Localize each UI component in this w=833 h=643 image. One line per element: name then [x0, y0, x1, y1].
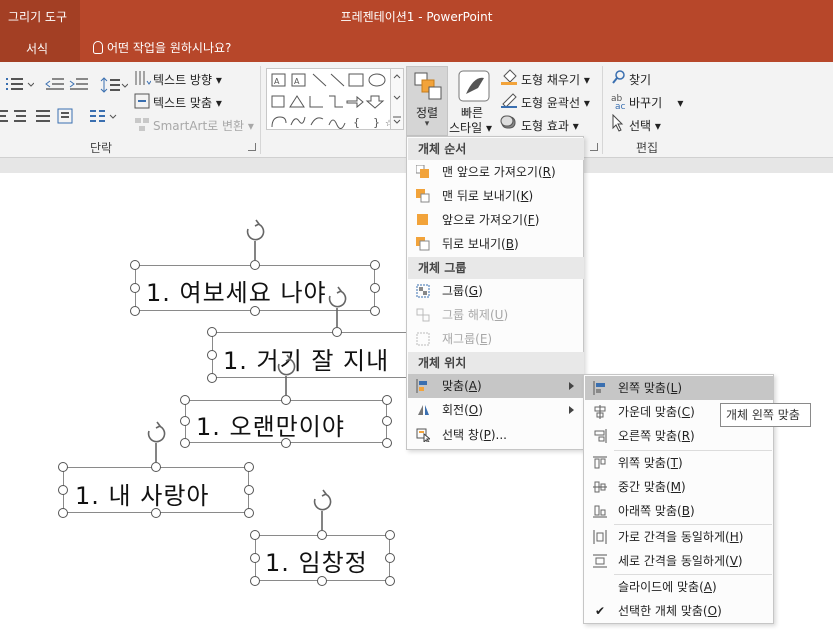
shapes-gallery[interactable]: A A { } ☆ — [266, 68, 394, 130]
send-backward-icon — [416, 237, 430, 251]
menu-item-send-to-back[interactable]: 맨 뒤로 보내기(K) — [408, 184, 584, 208]
submenu-item-distribute-horizontally[interactable]: 가로 간격을 동일하게(H) — [585, 525, 774, 549]
svg-text:ac: ac — [615, 102, 626, 110]
ribbon-separator — [602, 66, 603, 154]
select-cursor-icon — [612, 114, 624, 132]
submenu-item-align-top[interactable]: 위쪽 맞춤(T) — [585, 451, 774, 475]
arrange-button[interactable]: 정렬 ▾ — [406, 66, 448, 136]
quick-styles-icon — [458, 70, 490, 102]
submenu-arrow-icon — [569, 406, 574, 414]
shape-outline-button[interactable]: 도형 윤곽선 ▾ — [521, 94, 590, 111]
align-bottom-icon — [593, 505, 607, 518]
submenu-item-align-left[interactable]: 왼쪽 맞춤(L) — [585, 376, 774, 400]
menu-item-selection-pane[interactable]: 선택 창(P)... — [408, 423, 584, 447]
selection-pane-icon — [416, 428, 430, 442]
paragraph-dialog-launcher[interactable] — [248, 143, 256, 151]
decrease-indent-icon[interactable] — [44, 76, 66, 92]
window-title: 프레젠테이션1 - PowerPoint — [340, 10, 493, 24]
menu-section-position: 개체 위치 — [408, 352, 584, 374]
shape-fill-icon — [501, 69, 517, 85]
menu-item-align[interactable]: 맞춤(A) — [408, 374, 584, 398]
quick-styles-button[interactable]: 스타일 ▾ — [449, 119, 492, 136]
lightbulb-icon — [93, 41, 103, 54]
tell-me-box[interactable]: 어떤 작업을 원하시나요? — [93, 39, 231, 56]
bullets-icon[interactable] — [4, 76, 34, 92]
align-top-icon — [593, 456, 607, 469]
find-button[interactable]: 찾기 — [629, 71, 651, 88]
submenu-item-align-selected[interactable]: ✔ 선택한 개체 맞춤(O) — [585, 599, 774, 623]
distribute-horizontal-icon — [593, 530, 607, 544]
arrange-menu: 개체 순서 맨 앞으로 가져오기(R) 맨 뒤로 보내기(K) 앞으로 가져오기… — [406, 136, 584, 450]
submenu-item-align-to-slide[interactable]: 슬라이드에 맞춤(A) — [585, 575, 774, 599]
bring-to-front-icon — [416, 165, 429, 178]
svg-text:}: } — [373, 116, 380, 129]
submenu-item-align-right[interactable]: 오른쪽 맞춤(R) — [585, 424, 774, 448]
shape-effects-icon — [500, 115, 516, 129]
shape-styles-dialog-launcher[interactable] — [590, 143, 598, 151]
menu-item-rotate[interactable]: 회전(O) — [408, 398, 584, 422]
shape-outline-icon — [501, 93, 517, 108]
send-to-back-icon — [416, 189, 430, 203]
columns-icon[interactable] — [88, 108, 118, 124]
menu-item-group[interactable]: 그룹(G) — [408, 279, 584, 303]
select-button[interactable]: 선택 ▾ — [629, 117, 661, 134]
replace-icon: abac — [611, 94, 626, 110]
svg-text:{: { — [353, 116, 360, 129]
submenu-item-align-bottom[interactable]: 아래쪽 맞춤(B) — [585, 499, 774, 523]
menu-item-ungroup[interactable]: 그룹 해제(U) — [408, 303, 584, 327]
bring-forward-icon — [417, 214, 428, 225]
ungroup-icon — [416, 308, 430, 322]
align-middle-icon — [593, 481, 607, 493]
shape-fill-button[interactable]: 도형 채우기 ▾ — [521, 71, 590, 88]
align-text-icon — [134, 93, 150, 109]
menu-item-send-backward[interactable]: 뒤로 보내기(B) — [408, 232, 584, 256]
rotate-icon — [418, 405, 429, 415]
smartart-button[interactable]: SmartArt로 변환 ▾ — [153, 117, 254, 134]
menu-item-regroup[interactable]: 재그룹(E) — [408, 327, 584, 351]
distribute-vertical-icon — [593, 554, 607, 568]
align-right-icon — [594, 429, 607, 443]
group-icon — [416, 284, 430, 298]
menu-section-order: 개체 순서 — [408, 138, 584, 160]
editing-group-label: 편집 — [636, 141, 659, 155]
menu-section-group: 개체 그룹 — [408, 257, 584, 279]
gallery-scroll-arrows-icon — [393, 74, 401, 124]
regroup-icon — [416, 332, 430, 346]
shapes-gallery-scroll[interactable] — [390, 68, 404, 130]
submenu-item-distribute-vertically[interactable]: 세로 간격을 동일하게(V) — [585, 549, 774, 573]
submenu-item-align-middle[interactable]: 중간 맞춤(M) — [585, 475, 774, 499]
align-text-button[interactable]: 텍스트 맞춤 ▾ — [153, 94, 222, 111]
paragraph-align-icons[interactable] — [0, 108, 80, 124]
tell-me-text: 어떤 작업을 원하시나요? — [107, 41, 232, 55]
arrange-icon — [414, 72, 442, 100]
tooltip: 개체 왼쪽 맞춤 — [720, 403, 811, 427]
shape-effects-button[interactable]: 도형 효과 ▾ — [521, 117, 579, 134]
menu-item-bring-to-front[interactable]: 맨 앞으로 가져오기(R) — [408, 160, 584, 184]
text-direction-icon — [135, 71, 151, 85]
paragraph-group-label: 단락 — [90, 141, 113, 155]
line-spacing-icon[interactable] — [100, 76, 128, 94]
arrange-caret-icon: ▾ — [424, 119, 430, 129]
align-center-icon — [594, 405, 606, 419]
check-icon: ✔ — [595, 604, 606, 618]
text-direction-button[interactable]: 텍스트 방향 ▾ — [153, 71, 222, 88]
increase-indent-icon[interactable] — [68, 76, 90, 92]
svg-text:A: A — [294, 77, 300, 86]
menu-item-bring-forward[interactable]: 앞으로 가져오기(F) — [408, 208, 584, 232]
align-left-icon — [593, 381, 605, 395]
ribbon-separator — [260, 66, 261, 154]
replace-button[interactable]: 바꾸기 ▾ — [629, 94, 683, 111]
smartart-icon — [135, 118, 149, 131]
svg-text:A: A — [274, 77, 280, 86]
submenu-arrow-icon — [569, 382, 574, 390]
shapes-gallery-icons: A A { } ☆ — [271, 73, 393, 129]
align-icon — [416, 379, 427, 393]
tab-format[interactable]: 서식 — [26, 40, 48, 57]
find-icon — [612, 70, 625, 84]
